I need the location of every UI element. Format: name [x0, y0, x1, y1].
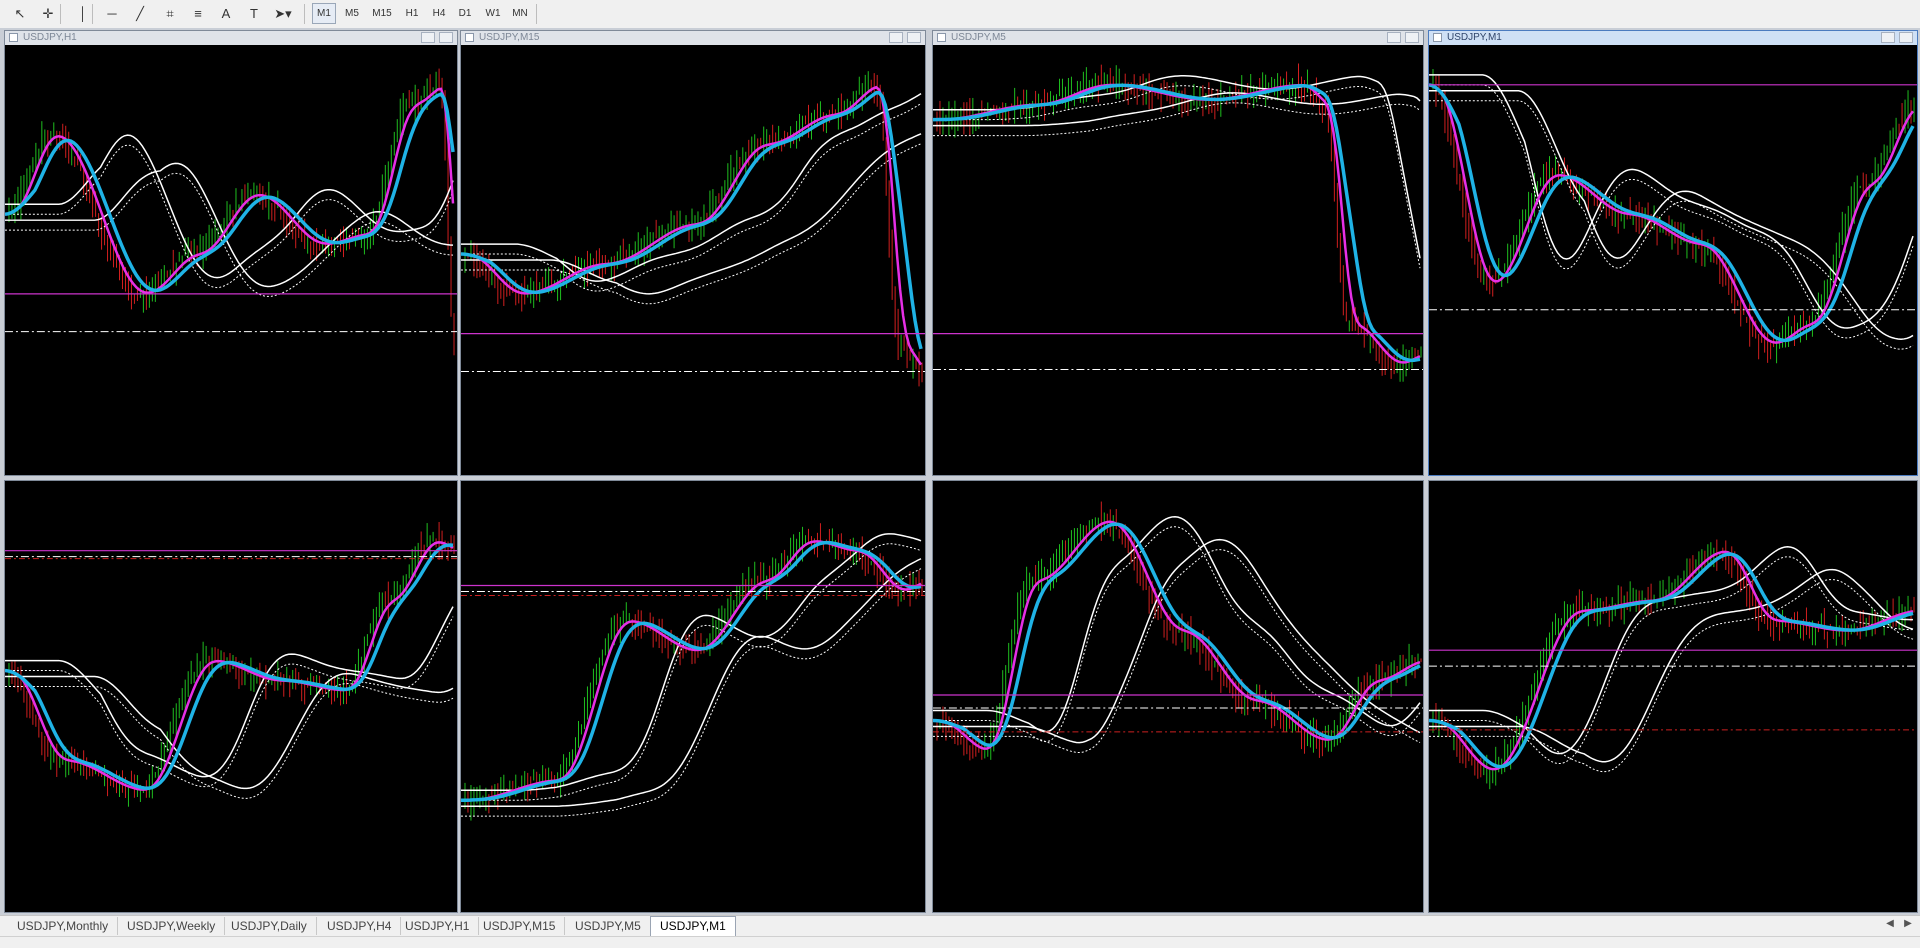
chart-window-8[interactable]	[1428, 480, 1918, 913]
price-chart[interactable]	[5, 45, 457, 475]
toolbar-separator	[536, 4, 537, 24]
window-title-bar[interactable]: USDJPY,M15	[461, 31, 925, 45]
candles	[464, 71, 923, 387]
candles	[1432, 69, 1915, 364]
envelope-lower-1	[1429, 100, 1914, 350]
maximize-button[interactable]	[1899, 32, 1913, 43]
chart-workspace: USDJPY,H1 USDJPY,M15 USDJPY,M5 USDJPY,M1	[0, 28, 1920, 915]
timeframe-button-h4[interactable]: H4	[428, 3, 450, 24]
tab-usdjpy-daily[interactable]: USDJPY,Daily	[222, 917, 317, 935]
chart-window-usdjpy-m15[interactable]: USDJPY,M15	[460, 30, 926, 476]
envelope-upper-0	[461, 92, 922, 282]
window-title: USDJPY,M15	[479, 32, 540, 43]
tab-usdjpy-monthly[interactable]: USDJPY,Monthly	[8, 917, 119, 935]
envelope-lower-1	[1429, 579, 1914, 773]
timeframe-button-m5[interactable]: M5	[340, 3, 364, 24]
arrows-menu-icon[interactable]: ➤▾	[270, 3, 296, 24]
toolbar-separator	[92, 4, 93, 24]
candles	[464, 523, 923, 821]
window-title: USDJPY,M5	[951, 32, 1006, 43]
fibonacci-icon[interactable]: ⌗	[160, 3, 180, 24]
chart-window-usdjpy-m1[interactable]: USDJPY,M1	[1428, 30, 1918, 476]
envelope-upper-1	[1429, 90, 1914, 340]
crosshair-icon[interactable]: ✛	[38, 3, 58, 24]
chart-window-icon	[465, 33, 474, 42]
tab-usdjpy-m5[interactable]: USDJPY,M5	[566, 917, 651, 935]
price-chart[interactable]	[1429, 481, 1917, 912]
chart-window-7[interactable]	[932, 480, 1424, 913]
chart-window-6[interactable]	[460, 480, 926, 913]
envelope-upper-0	[461, 533, 922, 792]
envelope-upper-1	[5, 672, 454, 790]
envelope-lower-1	[461, 568, 922, 817]
chart-window-icon	[9, 33, 18, 42]
price-chart[interactable]	[461, 481, 925, 912]
fast-moving-average	[461, 540, 922, 802]
fast-moving-average	[933, 83, 1421, 364]
price-chart[interactable]	[933, 481, 1423, 912]
price-chart[interactable]	[461, 45, 925, 475]
toolbar-separator	[304, 4, 305, 24]
maximize-button[interactable]	[907, 32, 921, 43]
timeframe-button-m15[interactable]: M15	[368, 3, 396, 24]
minimize-button[interactable]	[1881, 32, 1895, 43]
chart-window-icon	[937, 33, 946, 42]
chart-window-icon	[1433, 33, 1442, 42]
text-icon[interactable]: A	[216, 3, 236, 24]
window-title-bar[interactable]: USDJPY,M5	[933, 31, 1423, 45]
cursor-icon[interactable]: ↖	[10, 3, 30, 24]
minimize-button[interactable]	[889, 32, 903, 43]
timeframe-button-m1[interactable]: M1	[312, 3, 336, 24]
minimize-button[interactable]	[421, 32, 435, 43]
trendline-icon[interactable]: ╱	[130, 3, 150, 24]
chart-window-usdjpy-h1[interactable]: USDJPY,H1	[4, 30, 458, 476]
tab-scroll-left-icon[interactable]: ◀	[1884, 918, 1896, 932]
channel-icon[interactable]: ≡	[188, 3, 208, 24]
window-title-bar[interactable]: USDJPY,H1	[5, 31, 457, 45]
envelope-lower-0	[461, 103, 922, 292]
fast-moving-average	[1429, 83, 1915, 344]
maximize-button[interactable]	[1405, 32, 1419, 43]
slow-moving-average	[461, 91, 923, 350]
price-chart[interactable]	[1429, 45, 1917, 475]
tab-usdjpy-h1[interactable]: USDJPY,H1	[396, 917, 480, 935]
chart-window-5[interactable]	[4, 480, 458, 913]
tab-usdjpy-m1[interactable]: USDJPY,M1	[650, 916, 736, 936]
slow-moving-average	[461, 540, 922, 802]
timeframe-button-d1[interactable]: D1	[454, 3, 476, 24]
tab-usdjpy-m15[interactable]: USDJPY,M15	[474, 917, 566, 935]
window-title: USDJPY,H1	[23, 32, 77, 43]
envelope-lower-1	[5, 683, 454, 799]
drawing-toolbar: ↖ ✛ │ ─ ╱ ⌗ ≡ A T ➤▾ M1 M5 M15 H1 H4 D1 W1 MN	[0, 0, 1920, 29]
horizontal-line-icon[interactable]: ─	[102, 3, 122, 24]
envelope-lower-0	[1429, 84, 1914, 339]
chart-tabs: USDJPY,Monthly USDJPY,Weekly USDJPY,Daily U…	[0, 915, 1920, 936]
tab-usdjpy-weekly[interactable]: USDJPY,Weekly	[118, 917, 226, 935]
timeframe-button-w1[interactable]: W1	[482, 3, 504, 24]
chart-window-usdjpy-m5[interactable]: USDJPY,M5	[932, 30, 1424, 476]
window-title: USDJPY,M1	[1447, 32, 1502, 43]
price-chart[interactable]	[5, 481, 457, 912]
toolbar-separator	[60, 4, 61, 24]
window-title-bar[interactable]: USDJPY,M1	[1429, 31, 1917, 45]
maximize-button[interactable]	[439, 32, 453, 43]
vertical-line-icon[interactable]: │	[76, 3, 90, 24]
tab-scroll-right-icon[interactable]: ▶	[1902, 918, 1914, 932]
tab-usdjpy-h4[interactable]: USDJPY,H4	[318, 917, 402, 935]
slow-moving-average	[933, 83, 1421, 363]
price-chart[interactable]	[933, 45, 1423, 475]
minimize-button[interactable]	[1387, 32, 1401, 43]
envelope-lower-0	[461, 543, 922, 801]
slow-moving-average	[1429, 83, 1915, 343]
status-bar	[0, 936, 1920, 948]
timeframe-button-h1[interactable]: H1	[401, 3, 423, 24]
text-label-icon[interactable]: T	[244, 3, 264, 24]
timeframe-button-mn[interactable]: MN	[508, 3, 532, 24]
